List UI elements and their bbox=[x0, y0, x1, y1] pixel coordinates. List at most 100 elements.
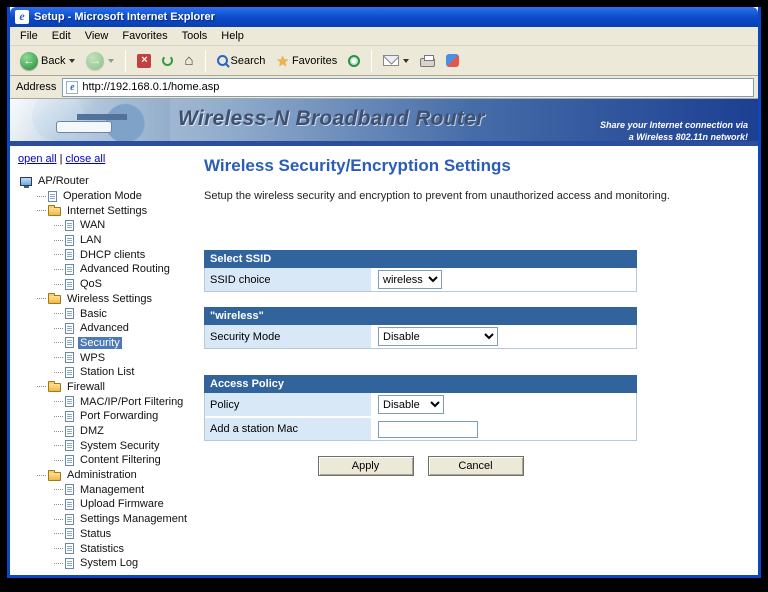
toolbar-separator bbox=[125, 49, 127, 72]
section-access-policy: Access Policy Policy Disable Add a station … bbox=[204, 375, 637, 441]
page-title: Wireless Security/Encryption Settings bbox=[204, 156, 511, 175]
address-label: Address bbox=[16, 81, 57, 93]
tree-item-status[interactable]: Status bbox=[18, 527, 200, 542]
mail-button[interactable] bbox=[379, 53, 413, 68]
setting-label: Security Mode bbox=[205, 325, 373, 348]
folder-icon bbox=[48, 469, 61, 481]
tree-label: WPS bbox=[80, 351, 106, 364]
tree-connector bbox=[54, 268, 63, 270]
favorites-button[interactable]: Favorites bbox=[272, 52, 341, 70]
tree-item-management[interactable]: Management bbox=[18, 482, 200, 497]
menu-file[interactable]: File bbox=[14, 28, 46, 44]
sidebar: open all | close all AP/Router Operation … bbox=[10, 146, 200, 575]
tree-item-wireless-settings[interactable]: Wireless Settings bbox=[18, 292, 200, 307]
tree-item-ap-router[interactable]: AP/Router bbox=[18, 174, 200, 189]
tree-item-statistics[interactable]: Statistics bbox=[18, 541, 200, 556]
menu-favorites[interactable]: Favorites bbox=[116, 28, 175, 44]
tree-item-advanced[interactable]: Advanced bbox=[18, 321, 200, 336]
open-all-link[interactable]: open all bbox=[18, 153, 57, 165]
tree-item-mac-ip-port-filtering[interactable]: MAC/IP/Port Filtering bbox=[18, 394, 200, 409]
tree-item-advanced-routing[interactable]: Advanced Routing bbox=[18, 262, 200, 277]
setting-value-cell: Disable bbox=[373, 393, 636, 416]
tree-item-upload-firmware[interactable]: Upload Firmware bbox=[18, 497, 200, 512]
window-title: Setup - Microsoft Internet Explorer bbox=[34, 11, 215, 23]
tree-connector bbox=[54, 518, 63, 520]
history-button[interactable] bbox=[344, 53, 364, 69]
tree-item-dhcp-clients[interactable]: DHCP clients bbox=[18, 247, 200, 262]
stop-icon bbox=[137, 53, 152, 68]
page-icon bbox=[65, 454, 74, 466]
tree-item-firewall[interactable]: Firewall bbox=[18, 380, 200, 395]
tree-item-basic[interactable]: Basic bbox=[18, 306, 200, 321]
tree-label: Internet Settings bbox=[67, 204, 148, 217]
section-header: Select SSID bbox=[204, 250, 637, 268]
search-button[interactable]: Search bbox=[213, 53, 270, 69]
tree-item-content-filtering[interactable]: Content Filtering bbox=[18, 453, 200, 468]
address-bar: Address bbox=[10, 76, 758, 99]
tree-connector bbox=[54, 283, 63, 285]
messenger-button[interactable] bbox=[442, 52, 463, 69]
page-icon bbox=[48, 190, 57, 202]
forward-button[interactable] bbox=[82, 50, 118, 72]
tree-item-internet-settings[interactable]: Internet Settings bbox=[18, 203, 200, 218]
ie-logo-icon bbox=[15, 10, 29, 24]
toolbar: Back Search Favorites bbox=[10, 46, 758, 76]
button-row: Apply Cancel bbox=[204, 456, 637, 476]
close-all-link[interactable]: close all bbox=[66, 153, 106, 165]
settings-sections: Select SSID SSID choice wireless "wireless"… bbox=[204, 250, 637, 441]
tree-label: Port Forwarding bbox=[80, 410, 159, 423]
tree-item-port-forwarding[interactable]: Port Forwarding bbox=[18, 409, 200, 424]
links-separator: | bbox=[59, 153, 63, 165]
tree-item-station-list[interactable]: Station List bbox=[18, 365, 200, 380]
tree-item-system-security[interactable]: System Security bbox=[18, 438, 200, 453]
tree-label: Basic bbox=[80, 307, 107, 320]
print-button[interactable] bbox=[416, 53, 439, 69]
refresh-button[interactable] bbox=[158, 53, 177, 68]
tree-item-lan[interactable]: LAN bbox=[18, 233, 200, 248]
policy-select[interactable]: Disable bbox=[378, 395, 444, 414]
tree-item-settings-management[interactable]: Settings Management bbox=[18, 512, 200, 527]
forward-icon bbox=[86, 51, 105, 70]
tree-item-qos[interactable]: QoS bbox=[18, 277, 200, 292]
forward-dropdown-icon[interactable] bbox=[108, 58, 115, 63]
tree-item-system-log[interactable]: System Log bbox=[18, 556, 200, 571]
address-input[interactable] bbox=[62, 77, 754, 97]
tree-connector bbox=[54, 239, 63, 241]
tree-connector bbox=[37, 210, 46, 212]
menu-edit[interactable]: Edit bbox=[46, 28, 79, 44]
tree-item-dmz[interactable]: DMZ bbox=[18, 424, 200, 439]
tree-connector bbox=[54, 489, 63, 491]
home-button[interactable] bbox=[180, 52, 197, 70]
menu-help[interactable]: Help bbox=[215, 28, 252, 44]
tree-connector bbox=[54, 401, 63, 403]
tree-connector bbox=[54, 562, 63, 564]
tree-item-security[interactable]: Security bbox=[18, 336, 200, 351]
back-button[interactable]: Back bbox=[16, 50, 79, 72]
security-mode-select[interactable]: Disable bbox=[378, 327, 498, 346]
apply-button[interactable]: Apply bbox=[317, 456, 414, 476]
menu-view[interactable]: View bbox=[79, 28, 117, 44]
tree-item-administration[interactable]: Administration bbox=[18, 468, 200, 483]
section-header: "wireless" bbox=[204, 307, 637, 325]
menu-tools[interactable]: Tools bbox=[176, 28, 216, 44]
tree-label: MAC/IP/Port Filtering bbox=[80, 395, 184, 408]
tree-item-wan[interactable]: WAN bbox=[18, 218, 200, 233]
tree-connector bbox=[54, 415, 63, 417]
tree-label: Operation Mode bbox=[63, 190, 142, 203]
tree-label: WAN bbox=[80, 219, 106, 232]
mail-dropdown-icon[interactable] bbox=[403, 58, 410, 63]
tree-item-operation-mode[interactable]: Operation Mode bbox=[18, 189, 200, 204]
back-dropdown-icon[interactable] bbox=[69, 58, 76, 63]
cancel-button[interactable]: Cancel bbox=[427, 456, 524, 476]
stop-button[interactable] bbox=[133, 52, 155, 70]
station-mac-input[interactable] bbox=[378, 420, 478, 438]
tree-item-wps[interactable]: WPS bbox=[18, 350, 200, 365]
tree-label: DMZ bbox=[80, 425, 104, 438]
page-icon bbox=[65, 249, 74, 261]
section-body: Security Mode Disable bbox=[204, 325, 637, 349]
tree-connector bbox=[54, 533, 63, 535]
ssid-choice-select[interactable]: wireless bbox=[378, 270, 442, 289]
address-url-input[interactable] bbox=[82, 81, 750, 93]
setting-row-station-mac: Add a station Mac bbox=[205, 416, 636, 440]
tree-connector bbox=[54, 548, 63, 550]
